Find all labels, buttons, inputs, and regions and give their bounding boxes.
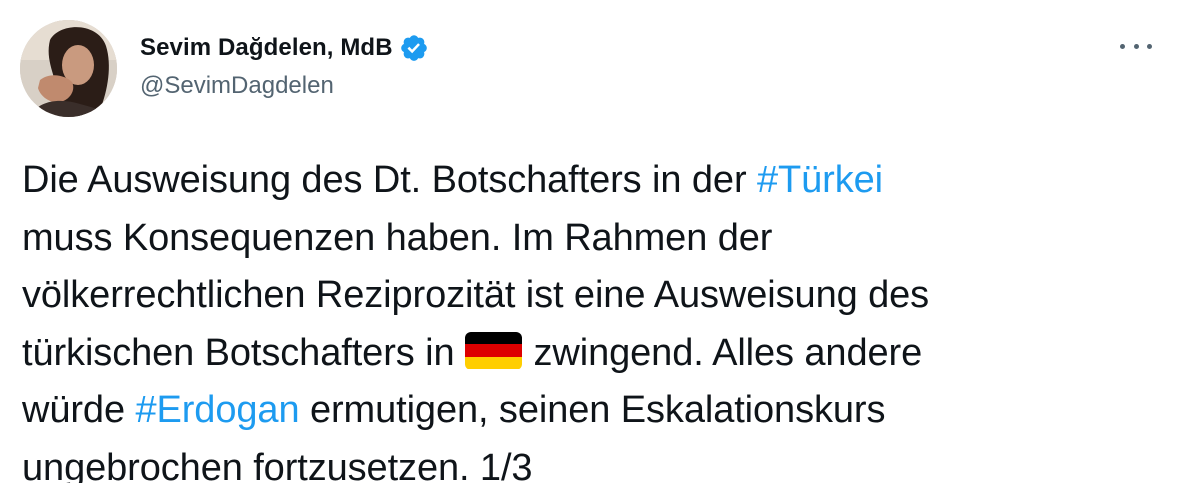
tweet-text-segment: zwingend. Alles andere bbox=[533, 331, 923, 374]
tweet-line: türkischen Botschafters in zwingend. Alle… bbox=[22, 325, 1162, 383]
avatar[interactable] bbox=[20, 20, 117, 117]
tweet-text-segment: türkischen Botschafters in bbox=[22, 331, 455, 374]
ellipsis-icon bbox=[1120, 43, 1125, 49]
hashtag-link[interactable]: #Erdogan bbox=[135, 389, 299, 431]
tweet-line: würde #Erdogan ermutigen, seinen Eskalat… bbox=[22, 382, 1162, 440]
tweet-text-segment: würde bbox=[22, 389, 136, 431]
tweet-text-segment: Die Ausweisung des Dt. Botschafters in d… bbox=[22, 159, 757, 201]
tweet-line: muss Konsequenzen haben. Im Rahmen der bbox=[22, 216, 773, 259]
avatar-photo bbox=[20, 20, 117, 117]
more-options-button[interactable] bbox=[1120, 36, 1152, 56]
verified-badge-icon bbox=[399, 33, 429, 63]
tweet-line: ungebrochen fortzusetzen. 1/3 bbox=[22, 446, 533, 483]
ellipsis-icon bbox=[1147, 43, 1152, 49]
tweet-text: Die Ausweisung des Dt. Botschafters in d… bbox=[22, 152, 1162, 483]
tweet-card: Sevim Dağdelen, MdB @SevimDagdelen Die A… bbox=[0, 0, 1184, 483]
ellipsis-icon bbox=[1133, 43, 1139, 49]
author-name-row: Sevim Dağdelen, MdB bbox=[140, 33, 429, 63]
author-display-name[interactable]: Sevim Dağdelen, MdB bbox=[140, 34, 393, 62]
tweet-text-segment: ermutigen, seinen Eskalationskurs bbox=[299, 389, 886, 431]
hashtag-link[interactable]: #Türkei bbox=[757, 159, 883, 201]
author-block: Sevim Dağdelen, MdB @SevimDagdelen bbox=[140, 33, 429, 100]
tweet-line: Die Ausweisung des Dt. Botschafters in d… bbox=[22, 152, 1162, 210]
germany-flag-icon bbox=[464, 331, 522, 370]
tweet-line: völkerrechtlichen Reziprozität ist eine … bbox=[22, 274, 930, 316]
author-handle[interactable]: @SevimDagdelen bbox=[140, 72, 429, 100]
